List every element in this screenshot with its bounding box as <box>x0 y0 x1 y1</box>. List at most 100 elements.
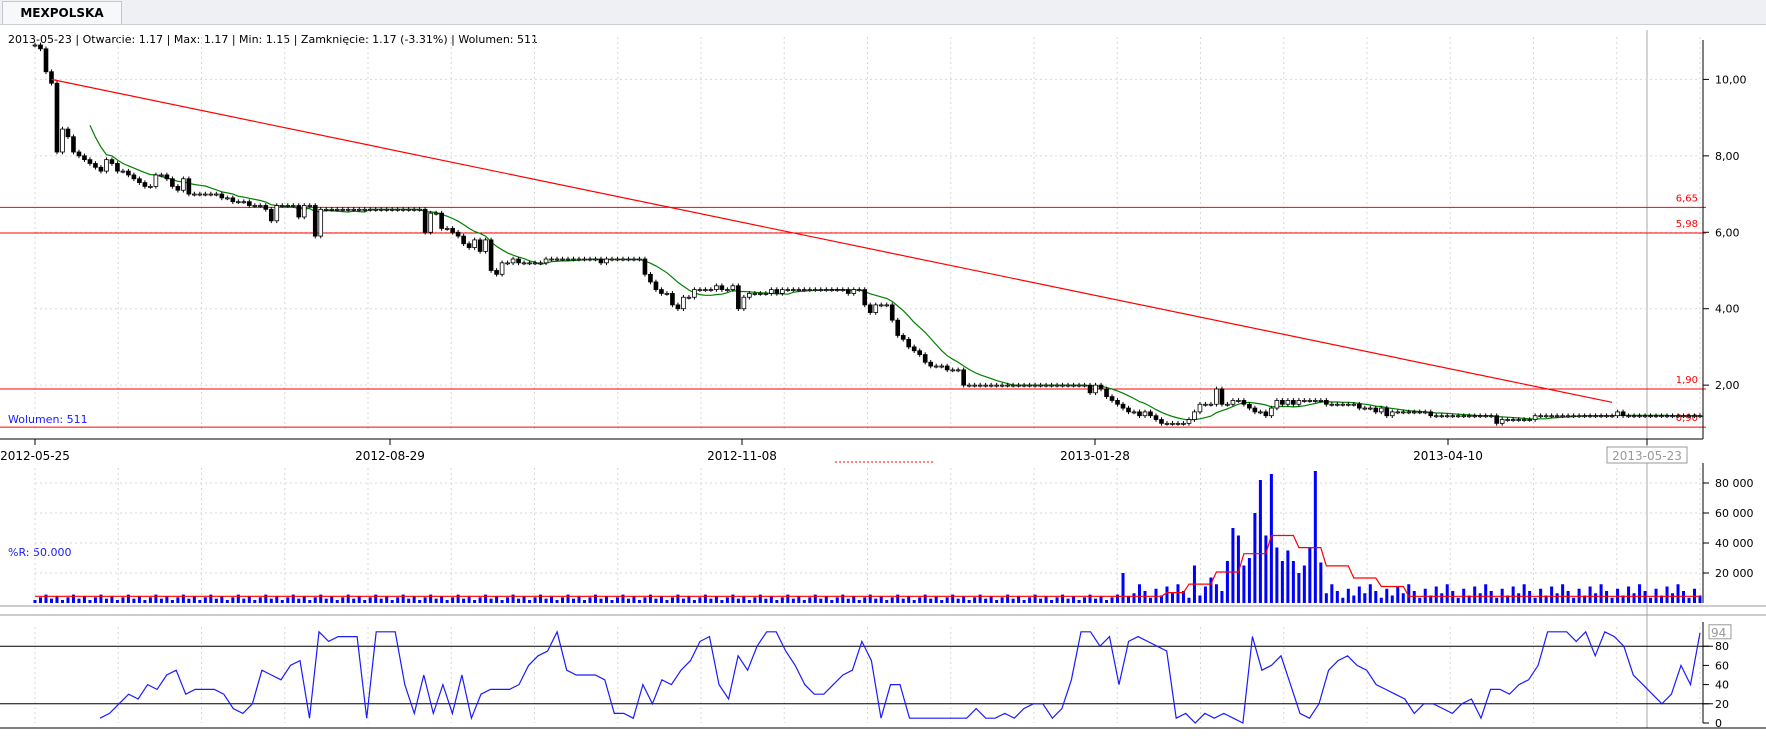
candle <box>43 48 49 73</box>
candle <box>225 197 230 200</box>
candle <box>878 304 884 307</box>
volume-bar <box>1286 550 1290 603</box>
candle <box>1258 411 1263 414</box>
candle <box>1527 419 1532 421</box>
volume-bar <box>341 597 345 603</box>
volume-bar <box>1264 535 1268 603</box>
candle <box>994 384 999 387</box>
volume-bar <box>1297 573 1301 603</box>
volume-bar <box>1671 593 1675 603</box>
volume-pane: 20 000 40 000 60 000 80 000 <box>0 463 1766 607</box>
volume-bar <box>82 595 86 603</box>
volume-bar <box>1231 528 1235 603</box>
volume-bar <box>962 595 966 603</box>
volume-bar <box>830 600 834 603</box>
candle <box>1400 411 1406 414</box>
volume-bar <box>148 597 152 603</box>
candle <box>741 296 747 310</box>
volume-bar <box>1643 591 1647 603</box>
volume-bar <box>1594 593 1598 603</box>
candle <box>1356 403 1362 409</box>
candle <box>653 281 659 290</box>
volume-bar <box>1176 584 1180 603</box>
volume-bar <box>489 598 493 603</box>
volume-bar <box>1000 597 1004 603</box>
volume-bar <box>1649 597 1653 603</box>
candle <box>1005 384 1010 387</box>
candle <box>1043 384 1049 387</box>
candle <box>164 174 170 180</box>
candle <box>274 205 280 222</box>
volume-bar <box>66 597 70 603</box>
volume-bar <box>352 598 356 603</box>
candle <box>714 285 719 290</box>
williams-r-line <box>99 630 1701 724</box>
volume-bar <box>1220 591 1224 603</box>
candle <box>1686 415 1692 418</box>
volume-bar <box>824 595 828 603</box>
candle <box>1274 400 1280 409</box>
stock-chart[interactable]: 2,004,006,008,0010,006,655,981,900,90201… <box>0 0 1766 736</box>
volume-bar <box>912 600 916 603</box>
volume-bar <box>357 595 361 603</box>
candle <box>1670 415 1675 418</box>
candle <box>1225 403 1230 406</box>
volume-bar <box>1066 598 1070 603</box>
candle <box>648 273 653 283</box>
candle <box>790 289 796 291</box>
volume-bar <box>1632 593 1636 603</box>
volume-bar <box>412 595 416 603</box>
candle <box>312 205 318 237</box>
candle <box>422 208 428 233</box>
volume-bar <box>1473 586 1477 603</box>
volume-bar <box>434 598 438 603</box>
candle <box>1406 411 1412 414</box>
candle <box>796 289 802 291</box>
volume-bar <box>582 600 587 603</box>
candle <box>516 258 521 264</box>
volume-bar <box>665 600 669 603</box>
candle <box>1296 400 1302 405</box>
candle <box>785 289 791 291</box>
candle <box>1653 415 1659 418</box>
volume-bar <box>720 600 724 603</box>
candle <box>1120 403 1126 409</box>
volume-bar <box>1253 513 1257 603</box>
candle <box>1137 411 1142 417</box>
volume-bar <box>93 597 97 603</box>
candle <box>417 208 422 211</box>
volume-bar <box>632 595 636 603</box>
candle <box>1263 411 1269 417</box>
candle <box>1027 384 1032 387</box>
candle <box>1076 384 1082 387</box>
candle <box>1104 388 1109 398</box>
volume-bar <box>692 600 696 603</box>
volume-bar <box>918 597 922 603</box>
volume-bar <box>1682 591 1686 603</box>
volume-bar <box>121 597 125 603</box>
candle <box>455 231 461 237</box>
candle <box>1455 415 1461 418</box>
candle <box>384 208 390 211</box>
candle <box>1565 415 1571 418</box>
candle <box>1186 419 1192 424</box>
candle <box>109 159 115 164</box>
candle <box>1697 415 1703 418</box>
candle <box>1538 415 1543 418</box>
candle <box>1593 415 1598 418</box>
candle <box>708 289 714 291</box>
volume-bar <box>1242 565 1246 603</box>
candle <box>1681 415 1686 418</box>
candle <box>38 44 43 50</box>
volume-bar <box>1550 586 1554 603</box>
volume-bar <box>55 595 59 603</box>
candle <box>1604 415 1609 418</box>
candle <box>104 159 109 172</box>
volume-bar <box>604 595 608 603</box>
volume-bar <box>1028 597 1032 603</box>
candle <box>972 384 977 387</box>
candle <box>307 205 313 207</box>
volume-bar <box>159 598 163 603</box>
candle <box>532 262 538 265</box>
volume-bar <box>38 597 43 603</box>
